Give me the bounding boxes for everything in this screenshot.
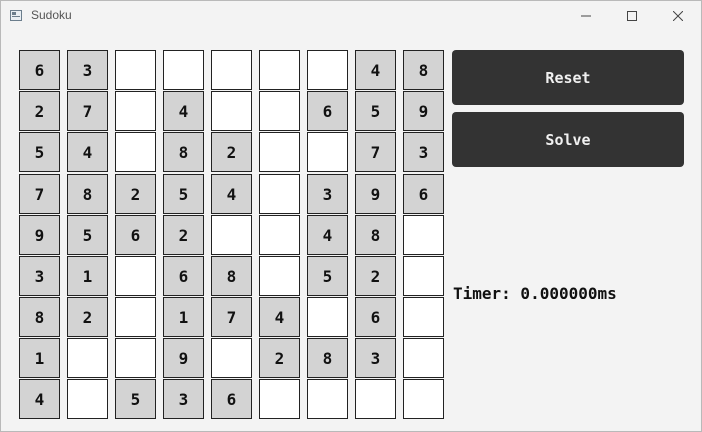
grid-cell-r1-c9[interactable]: 8	[403, 50, 444, 90]
grid-cell-r3-c1[interactable]: 5	[19, 132, 60, 172]
grid-cell-r6-c3[interactable]	[115, 256, 156, 296]
grid-cell-r1-c4[interactable]	[163, 50, 204, 90]
grid-cell-r3-c4[interactable]: 8	[163, 132, 204, 172]
grid-cell-r4-c1[interactable]: 7	[19, 174, 60, 214]
maximize-icon	[627, 11, 637, 21]
app-window: Sudoku 634827465954827378254396956248316…	[0, 0, 702, 432]
grid-cell-r4-c9[interactable]: 6	[403, 174, 444, 214]
grid-cell-r9-c1[interactable]: 4	[19, 379, 60, 419]
grid-cell-r7-c6[interactable]: 4	[259, 297, 300, 337]
grid-cell-r9-c6[interactable]	[259, 379, 300, 419]
grid-cell-r2-c7[interactable]: 6	[307, 91, 348, 131]
grid-cell-r9-c4[interactable]: 3	[163, 379, 204, 419]
grid-cell-r6-c1[interactable]: 3	[19, 256, 60, 296]
grid-cell-r5-c2[interactable]: 5	[67, 215, 108, 255]
grid-cell-r9-c3[interactable]: 5	[115, 379, 156, 419]
grid-cell-r9-c8[interactable]	[355, 379, 396, 419]
reset-button[interactable]: Reset	[452, 50, 684, 105]
grid-cell-r5-c9[interactable]	[403, 215, 444, 255]
grid-cell-r8-c1[interactable]: 1	[19, 338, 60, 378]
grid-cell-r1-c2[interactable]: 3	[67, 50, 108, 90]
grid-cell-r7-c2[interactable]: 2	[67, 297, 108, 337]
grid-cell-r1-c8[interactable]: 4	[355, 50, 396, 90]
grid-cell-r2-c6[interactable]	[259, 91, 300, 131]
grid-cell-r9-c7[interactable]	[307, 379, 348, 419]
grid-cell-r2-c2[interactable]: 7	[67, 91, 108, 131]
grid-cell-r1-c6[interactable]	[259, 50, 300, 90]
grid-cell-r1-c3[interactable]	[115, 50, 156, 90]
grid-cell-r2-c1[interactable]: 2	[19, 91, 60, 131]
grid-cell-r4-c7[interactable]: 3	[307, 174, 348, 214]
grid-cell-r6-c5[interactable]: 8	[211, 256, 252, 296]
grid-cell-r7-c8[interactable]: 6	[355, 297, 396, 337]
grid-cell-r3-c5[interactable]: 2	[211, 132, 252, 172]
close-button[interactable]	[655, 1, 701, 31]
grid-cell-r4-c8[interactable]: 9	[355, 174, 396, 214]
grid-cell-r8-c8[interactable]: 3	[355, 338, 396, 378]
grid-cell-r4-c5[interactable]: 4	[211, 174, 252, 214]
grid-cell-r7-c9[interactable]	[403, 297, 444, 337]
grid-cell-r3-c8[interactable]: 7	[355, 132, 396, 172]
solve-button[interactable]: Solve	[452, 112, 684, 167]
grid-cell-r8-c5[interactable]	[211, 338, 252, 378]
grid-cell-r2-c9[interactable]: 9	[403, 91, 444, 131]
grid-cell-r2-c8[interactable]: 5	[355, 91, 396, 131]
grid-cell-r2-c5[interactable]	[211, 91, 252, 131]
grid-cell-r8-c6[interactable]: 2	[259, 338, 300, 378]
grid-cell-r8-c4[interactable]: 9	[163, 338, 204, 378]
grid-cell-r4-c2[interactable]: 8	[67, 174, 108, 214]
grid-cell-r8-c2[interactable]	[67, 338, 108, 378]
grid-cell-r8-c9[interactable]	[403, 338, 444, 378]
title-bar[interactable]: Sudoku	[1, 1, 701, 31]
grid-cell-r8-c3[interactable]	[115, 338, 156, 378]
grid-cell-r4-c4[interactable]: 5	[163, 174, 204, 214]
grid-cell-r8-c7[interactable]: 8	[307, 338, 348, 378]
grid-cell-r6-c7[interactable]: 5	[307, 256, 348, 296]
grid-cell-r4-c3[interactable]: 2	[115, 174, 156, 214]
grid-cell-r9-c5[interactable]: 6	[211, 379, 252, 419]
grid-cell-r5-c6[interactable]	[259, 215, 300, 255]
grid-cell-r6-c6[interactable]	[259, 256, 300, 296]
close-icon	[673, 11, 683, 21]
grid-cell-r7-c7[interactable]	[307, 297, 348, 337]
grid-cell-r7-c3[interactable]	[115, 297, 156, 337]
grid-cell-r3-c9[interactable]: 3	[403, 132, 444, 172]
grid-cell-r3-c3[interactable]	[115, 132, 156, 172]
grid-cell-r5-c5[interactable]	[211, 215, 252, 255]
grid-cell-r1-c5[interactable]	[211, 50, 252, 90]
grid-cell-r5-c1[interactable]: 9	[19, 215, 60, 255]
window-title: Sudoku	[31, 8, 72, 22]
grid-cell-r6-c2[interactable]: 1	[67, 256, 108, 296]
grid-cell-r3-c2[interactable]: 4	[67, 132, 108, 172]
grid-cell-r4-c6[interactable]	[259, 174, 300, 214]
grid-cell-r7-c5[interactable]: 7	[211, 297, 252, 337]
minimize-button[interactable]	[563, 1, 609, 31]
grid-cell-r6-c4[interactable]: 6	[163, 256, 204, 296]
grid-cell-r7-c1[interactable]: 8	[19, 297, 60, 337]
grid-cell-r9-c9[interactable]	[403, 379, 444, 419]
grid-cell-r6-c8[interactable]: 2	[355, 256, 396, 296]
grid-cell-r6-c9[interactable]	[403, 256, 444, 296]
grid-cell-r2-c4[interactable]: 4	[163, 91, 204, 131]
maximize-button[interactable]	[609, 1, 655, 31]
grid-cell-r7-c4[interactable]: 1	[163, 297, 204, 337]
grid-cell-r5-c8[interactable]: 8	[355, 215, 396, 255]
grid-cell-r1-c1[interactable]: 6	[19, 50, 60, 90]
grid-cell-r5-c4[interactable]: 2	[163, 215, 204, 255]
grid-cell-r3-c7[interactable]	[307, 132, 348, 172]
grid-cell-r5-c3[interactable]: 6	[115, 215, 156, 255]
grid-cell-r5-c7[interactable]: 4	[307, 215, 348, 255]
app-icon	[10, 10, 22, 21]
grid-cell-r2-c3[interactable]	[115, 91, 156, 131]
minimize-icon	[581, 15, 591, 17]
grid-cell-r1-c7[interactable]	[307, 50, 348, 90]
grid-cell-r3-c6[interactable]	[259, 132, 300, 172]
timer-label: Timer: 0.000000ms	[453, 284, 617, 303]
grid-cell-r9-c2[interactable]	[67, 379, 108, 419]
